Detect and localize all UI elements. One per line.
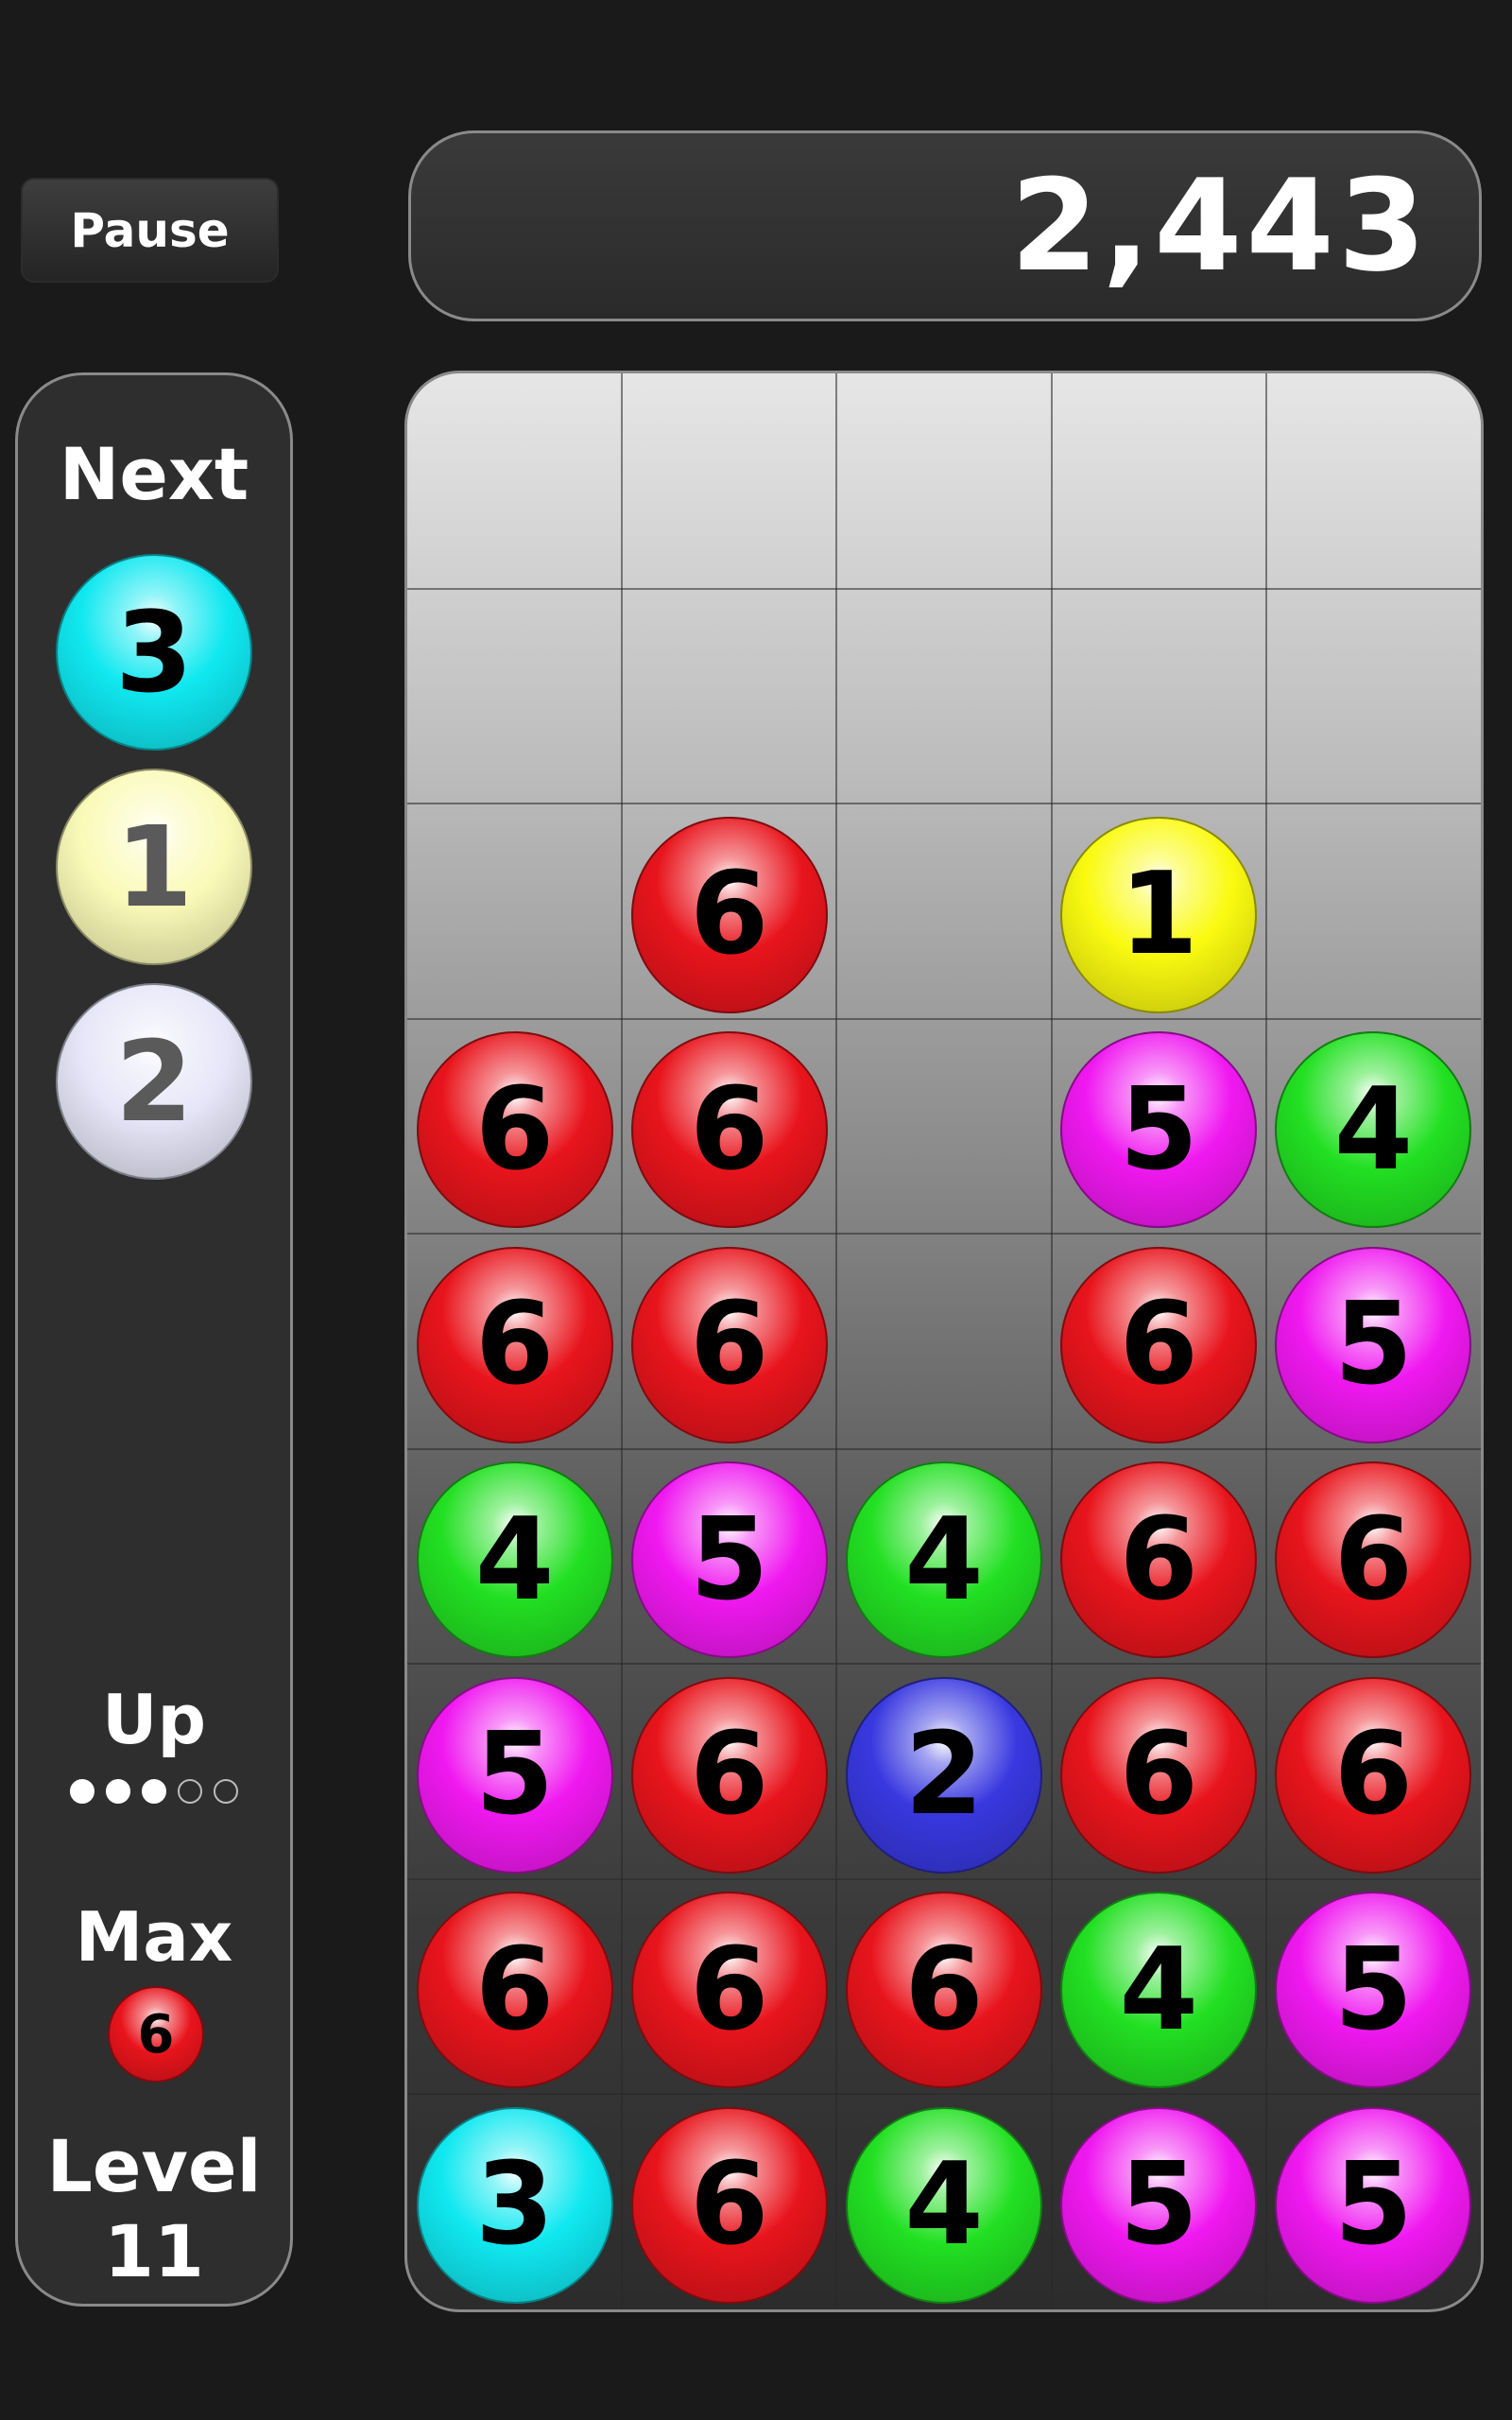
max-label: Max: [75, 1897, 233, 1977]
board-ball-r3-c2-number: 6: [690, 849, 769, 981]
board-ball-r7-c4: 6: [1060, 1676, 1258, 1874]
board-ball-r8-c1: 6: [416, 1892, 613, 2089]
next-ball-2: 1: [56, 769, 252, 965]
board-ball-r7-c1-number: 5: [474, 1709, 555, 1841]
board-ball-r6-c5-number: 6: [1333, 1494, 1414, 1626]
grid-line-vertical: [621, 373, 624, 2309]
level-label: Level: [46, 2124, 262, 2208]
board-ball-r4-c1: 6: [416, 1031, 613, 1229]
board-ball-r6-c4-number: 6: [1119, 1494, 1198, 1626]
grid-line-vertical: [835, 373, 838, 2309]
up-progress-dot: [142, 1779, 166, 1804]
board-ball-r7-c2: 6: [630, 1676, 828, 1874]
board-ball-r8-c4-number: 4: [1119, 1924, 1198, 2056]
grid-line-horizontal: [407, 2093, 1481, 2095]
board-ball-r8-c1-number: 6: [474, 1924, 555, 2056]
board-ball-r5-c5: 5: [1275, 1246, 1472, 1443]
board-ball-r7-c4-number: 6: [1119, 1709, 1198, 1841]
board-ball-r7-c5: 6: [1275, 1676, 1472, 1874]
board-ball-r9-c2: 6: [630, 2106, 828, 2304]
max-ball-number: 6: [137, 2003, 175, 2066]
board-ball-r5-c4-number: 6: [1119, 1279, 1198, 1411]
board-ball-r6-c5: 6: [1275, 1461, 1472, 1659]
score-panel: 2,443: [408, 130, 1482, 321]
board-ball-r6-c3-number: 4: [904, 1494, 984, 1626]
game-board[interactable]: 6 1 6 6 5 4 6 6 6 5 4 5 4 6 6 5 6 2 6 6 6 6 6 4 5 3 6 4 5 5: [404, 371, 1484, 2312]
board-ball-r9-c4: 5: [1060, 2106, 1258, 2304]
board-ball-r8-c3: 6: [846, 1892, 1042, 2089]
next-ball-3-number: 2: [114, 1016, 194, 1147]
grid-line-horizontal: [407, 1877, 1481, 1880]
board-ball-r7-c3-number: 2: [904, 1709, 984, 1841]
board-ball-r8-c5: 5: [1275, 1892, 1472, 2089]
board-ball-r9-c2-number: 6: [690, 2139, 769, 2272]
board-ball-r5-c2: 6: [630, 1246, 828, 1443]
board-ball-r5-c1-number: 6: [474, 1279, 555, 1411]
board-ball-r3-c4-number: 1: [1119, 849, 1198, 981]
board-ball-r6-c1-number: 4: [474, 1494, 555, 1626]
grid-line-horizontal: [407, 803, 1481, 804]
pause-button[interactable]: Pause: [21, 178, 279, 283]
board-ball-r4-c5: 4: [1275, 1031, 1472, 1229]
board-ball-r8-c4: 4: [1060, 1892, 1258, 2089]
board-ball-r9-c1-number: 3: [474, 2139, 555, 2272]
board-ball-r8-c2: 6: [630, 1892, 828, 2089]
board-ball-r4-c2: 6: [630, 1031, 828, 1229]
board-ball-r4-c5-number: 4: [1333, 1063, 1414, 1196]
max-ball: 6: [108, 1986, 204, 2083]
board-ball-r3-c4: 1: [1060, 816, 1258, 1013]
side-panel: Next Up Max Level 11 3 1 2 6: [15, 372, 293, 2307]
board-ball-r4-c2-number: 6: [690, 1063, 769, 1196]
board-ball-r9-c5: 5: [1275, 2106, 1472, 2304]
board-ball-r6-c2-number: 5: [690, 1494, 769, 1626]
board-ball-r4-c4-number: 5: [1119, 1063, 1198, 1196]
board-ball-r7-c1: 5: [416, 1676, 613, 1874]
board-ball-r8-c5-number: 5: [1333, 1924, 1414, 2056]
up-progress-dot: [214, 1779, 238, 1804]
board-ball-r7-c5-number: 6: [1333, 1709, 1414, 1841]
board-ball-r9-c3: 4: [846, 2106, 1042, 2304]
next-label: Next: [59, 432, 249, 516]
board-ball-r4-c4: 5: [1060, 1031, 1258, 1229]
board-ball-r6-c3: 4: [846, 1461, 1042, 1659]
board-ball-r9-c1: 3: [416, 2106, 613, 2304]
next-ball-3: 2: [56, 983, 252, 1180]
up-progress-indicator: [18, 1779, 290, 1804]
board-ball-r7-c2-number: 6: [690, 1709, 769, 1841]
grid-line-vertical: [1050, 373, 1053, 2309]
board-ball-r4-c1-number: 6: [474, 1063, 555, 1196]
next-ball-1: 3: [56, 554, 252, 751]
grid-line-horizontal: [407, 1233, 1481, 1235]
grid-line-horizontal: [407, 1663, 1481, 1665]
board-ball-r5-c1: 6: [416, 1246, 613, 1443]
up-progress-dot: [106, 1779, 130, 1804]
board-ball-r7-c3: 2: [846, 1676, 1042, 1874]
board-ball-r5-c5-number: 5: [1333, 1279, 1414, 1411]
game-screen: Pause 2,443 Next Up Max Level 11 3 1 2 6 6 1…: [0, 0, 1512, 2420]
up-label: Up: [101, 1680, 206, 1759]
board-ball-r8-c2-number: 6: [690, 1924, 769, 2056]
grid-line-horizontal: [407, 587, 1481, 590]
board-ball-r6-c2: 5: [630, 1461, 828, 1659]
board-ball-r9-c3-number: 4: [904, 2139, 984, 2272]
board-ball-r5-c2-number: 6: [690, 1279, 769, 1411]
board-ball-r6-c1: 4: [416, 1461, 613, 1659]
board-ball-r6-c4: 6: [1060, 1461, 1258, 1659]
grid-line-horizontal: [407, 1017, 1481, 1020]
up-progress-dot: [178, 1779, 202, 1804]
next-ball-2-number: 1: [114, 802, 194, 932]
board-ball-r3-c2: 6: [630, 816, 828, 1013]
up-progress-dot: [70, 1779, 94, 1804]
grid-line-vertical: [1264, 373, 1267, 2309]
score-value: 2,443: [1010, 152, 1430, 300]
next-ball-1-number: 3: [114, 587, 194, 717]
grid-line-horizontal: [407, 1447, 1481, 1450]
board-ball-r8-c3-number: 6: [904, 1924, 984, 2056]
board-ball-r9-c4-number: 5: [1119, 2139, 1198, 2272]
board-ball-r9-c5-number: 5: [1333, 2139, 1414, 2272]
board-ball-r5-c4: 6: [1060, 1246, 1258, 1443]
level-value: 11: [104, 2209, 204, 2293]
